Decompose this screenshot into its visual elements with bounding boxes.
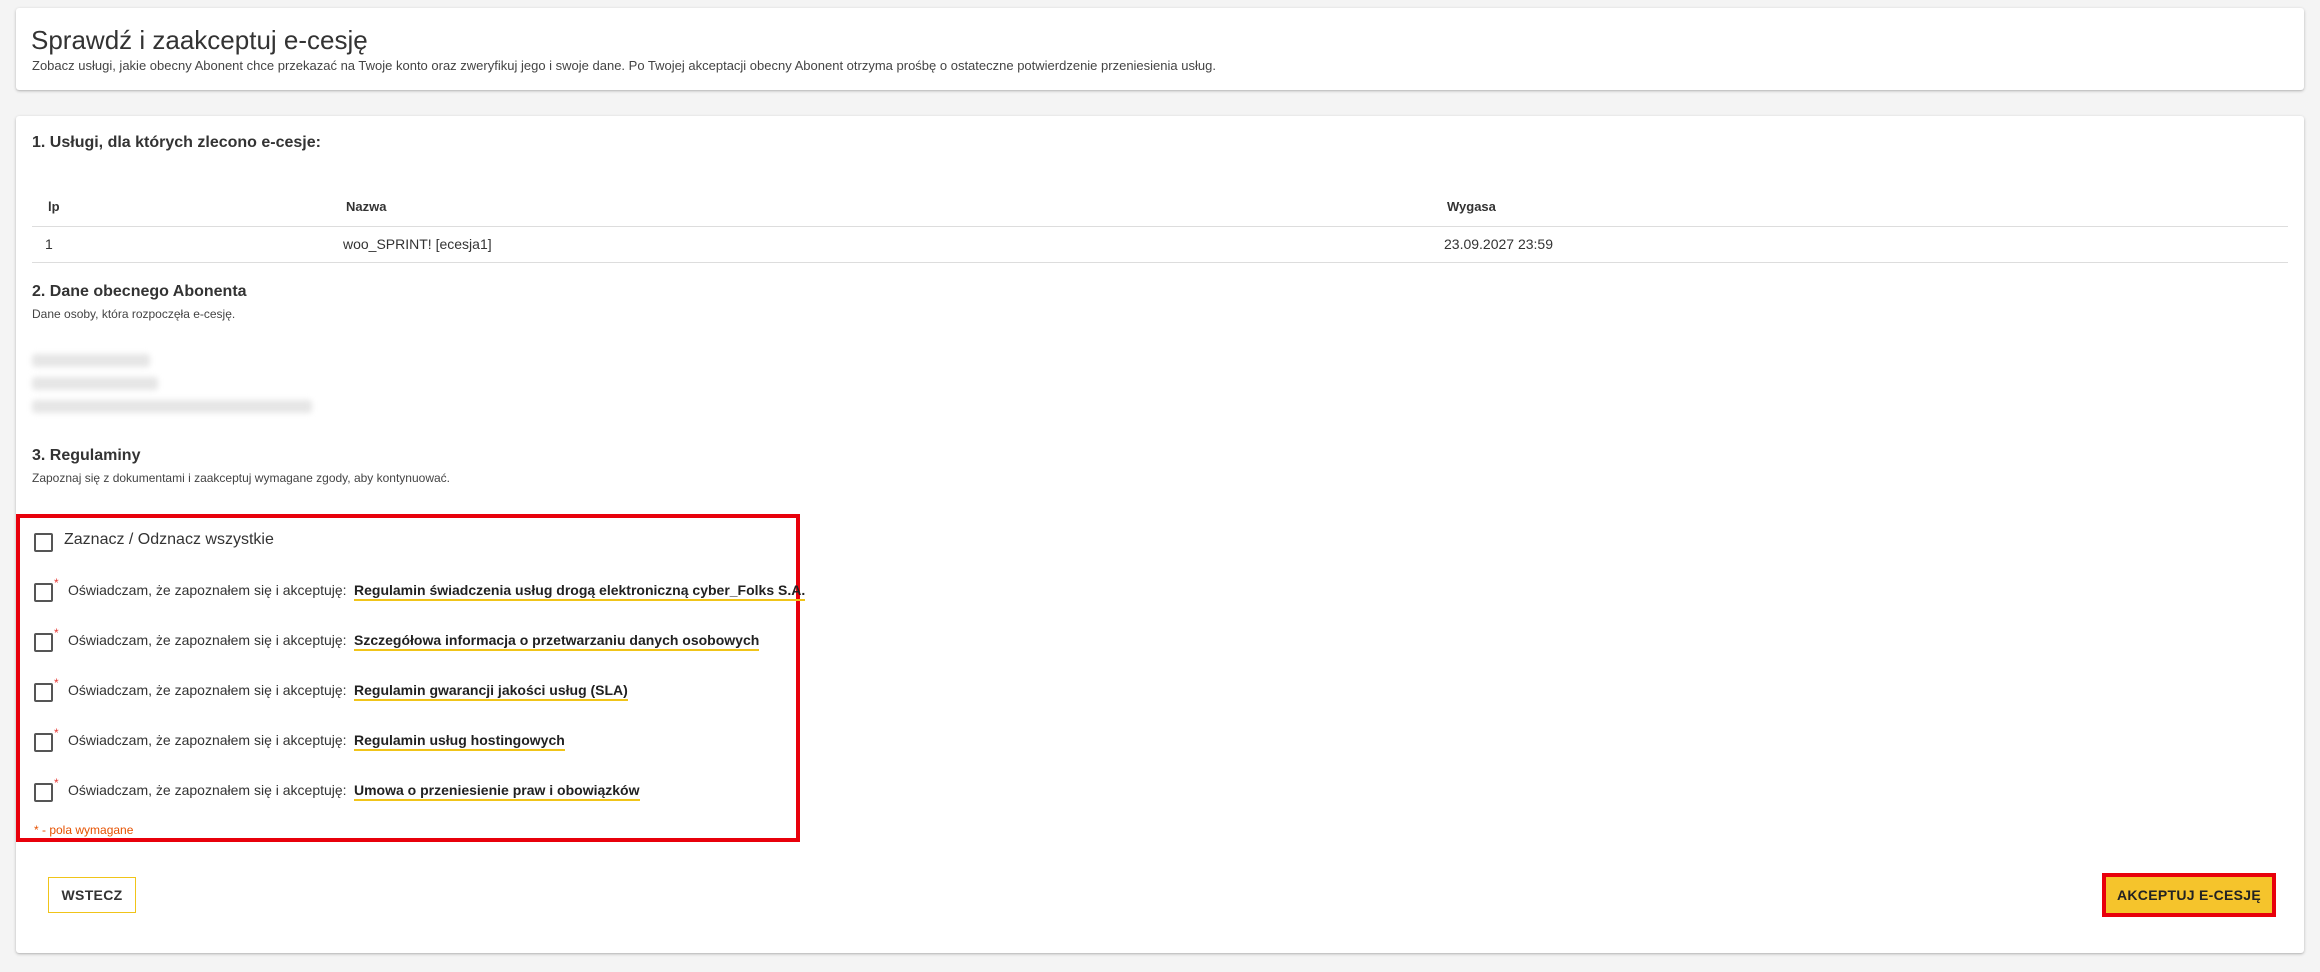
blurred-subscriber-id: [32, 377, 158, 390]
required-asterisk: *: [54, 676, 59, 690]
consent-statement: Oświadczam, że zapoznałem się i akceptuj…: [68, 782, 347, 798]
consent-statement: Oświadczam, że zapoznałem się i akceptuj…: [68, 582, 347, 598]
consent-checkbox[interactable]: [34, 633, 53, 652]
select-all-checkbox[interactable]: [34, 533, 53, 552]
terms-link-rights-transfer[interactable]: Umowa o przeniesienie praw i obowiązków: [354, 782, 640, 801]
consent-checkbox[interactable]: [34, 783, 53, 802]
terms-link-electronic-services[interactable]: Regulamin świadczenia usług drogą elektr…: [354, 582, 806, 601]
page-title: Sprawdź i zaakceptuj e-cesję: [31, 25, 368, 55]
column-header-name: Nazwa: [346, 199, 387, 214]
select-all-label[interactable]: Zaznacz / Odznacz wszystkie: [64, 531, 274, 549]
consent-statement: Oświadczam, że zapoznałem się i akceptuj…: [68, 632, 347, 648]
accept-button-highlight: AKCEPTUJ E-CESJĘ: [2102, 873, 2276, 917]
required-asterisk: *: [54, 726, 59, 740]
header-card: Sprawdź i zaakceptuj e-cesję Zobacz usłu…: [16, 8, 2304, 90]
terms-section-subtitle: Zapoznaj się z dokumentami i zaakceptuj …: [32, 471, 451, 485]
required-asterisk: *: [54, 626, 59, 640]
consent-checkbox[interactable]: [34, 683, 53, 702]
main-card: 1. Usługi, dla których zlecono e-cesje: …: [16, 116, 2304, 953]
subscriber-section-title: 2. Dane obecnego Abonenta: [32, 283, 247, 300]
consent-checkbox[interactable]: [34, 733, 53, 752]
cell-service-name: woo_SPRINT! [ecesja1]: [343, 236, 492, 252]
required-asterisk: *: [54, 776, 59, 790]
consent-statement: Oświadczam, że zapoznałem się i akceptuj…: [68, 732, 347, 748]
accept-ecession-button[interactable]: AKCEPTUJ E-CESJĘ: [2106, 877, 2272, 913]
consent-checkbox[interactable]: [34, 583, 53, 602]
terms-section-title: 3. Regulaminy: [32, 447, 141, 464]
table-row: 1 woo_SPRINT! [ecesja1] 23.09.2027 23:59: [32, 226, 2288, 263]
required-asterisk: *: [54, 576, 59, 590]
terms-link-hosting[interactable]: Regulamin usług hostingowych: [354, 732, 565, 751]
table-header-row: lp Nazwa Wygasa: [32, 186, 2288, 227]
column-header-expires: Wygasa: [1447, 199, 1496, 214]
required-fields-note: * - pola wymagane: [34, 823, 134, 837]
blurred-subscriber-address: [32, 400, 312, 413]
subscriber-section-subtitle: Dane osoby, która rozpoczęła e-cesję.: [32, 307, 236, 321]
cell-expires: 23.09.2027 23:59: [1444, 236, 1553, 252]
consent-statement: Oświadczam, że zapoznałem się i akceptuj…: [68, 682, 347, 698]
terms-link-data-processing[interactable]: Szczegółowa informacja o przetwarzaniu d…: [354, 632, 760, 651]
terms-link-sla[interactable]: Regulamin gwarancji jakości usług (SLA): [354, 682, 628, 701]
services-section-title: 1. Usługi, dla których zlecono e-cesje:: [32, 134, 321, 151]
column-header-lp: lp: [48, 199, 60, 214]
page-subtitle: Zobacz usługi, jakie obecny Abonent chce…: [32, 58, 1216, 73]
back-button[interactable]: WSTECZ: [48, 877, 136, 913]
blurred-subscriber-name: [32, 354, 150, 367]
cell-lp: 1: [45, 236, 53, 252]
consents-highlight-box: Zaznacz / Odznacz wszystkie * Oświadczam…: [16, 514, 806, 842]
